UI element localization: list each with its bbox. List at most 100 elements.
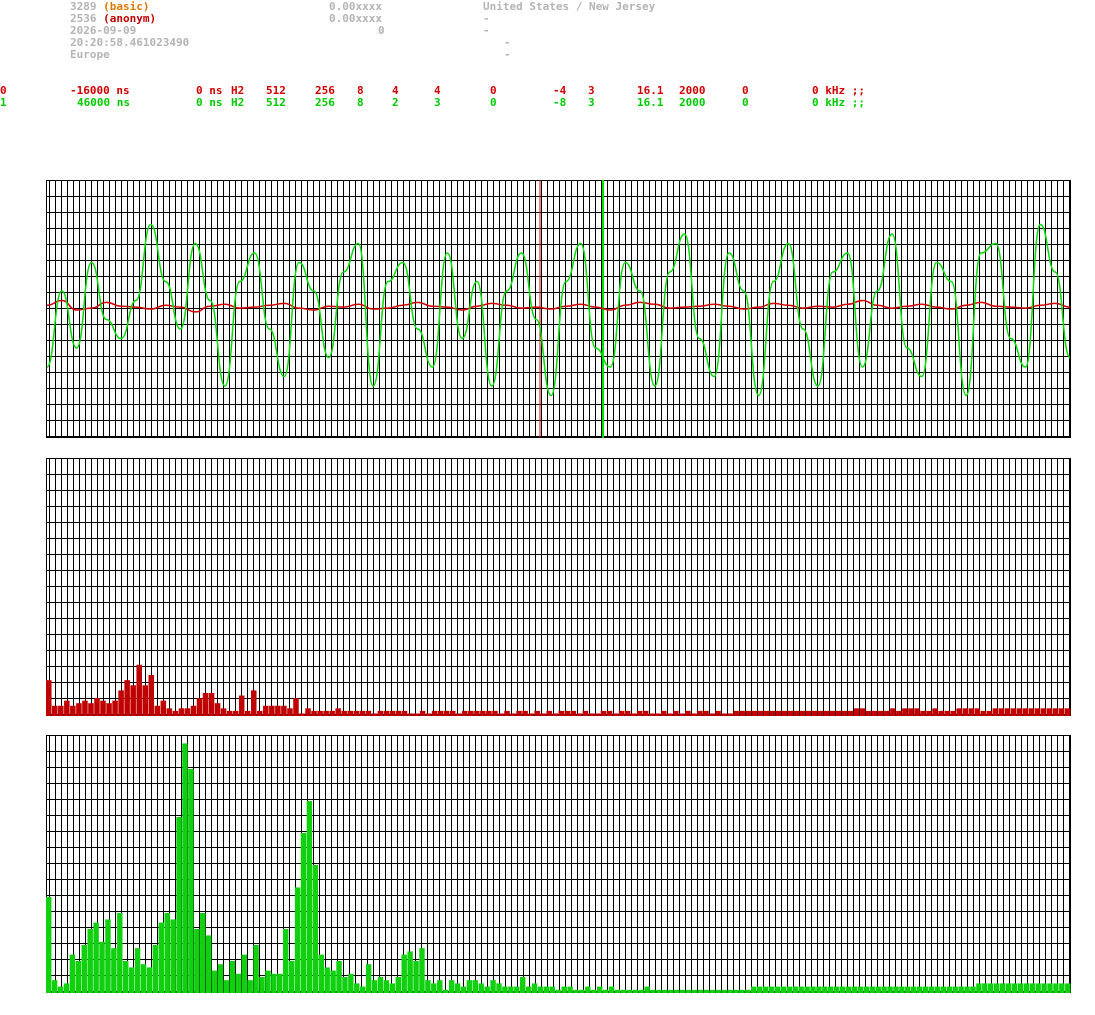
spectrum-bar [312, 865, 319, 993]
spectrum-bar [93, 922, 99, 993]
header-right-5: - [504, 48, 511, 61]
spectrum-bar [1022, 708, 1029, 716]
spectrum-bar [111, 948, 117, 993]
spectrum-bar [847, 710, 854, 716]
spectrum-bar [160, 700, 167, 716]
spectrum-bar [377, 710, 384, 716]
spectrum-bar [81, 945, 87, 993]
spectrum-bar [134, 948, 141, 993]
spectrum-bar [624, 710, 631, 716]
spectrum-bar [300, 833, 307, 993]
spectrum-bar [335, 708, 341, 716]
spectrum-bar [277, 973, 283, 993]
spectrum-bar [336, 961, 342, 993]
spectrum-bar [859, 708, 866, 716]
spectrum-bar [317, 710, 323, 716]
spectrum-bar [510, 713, 516, 716]
spectrum-bar [202, 692, 209, 716]
spectrum-bar [519, 977, 526, 993]
spectrum-bar [275, 705, 281, 716]
spectrum-bar [543, 986, 550, 993]
spectrum-bar [106, 703, 112, 716]
grid [46, 180, 1071, 438]
channel-field: 0 ns [196, 96, 223, 109]
spectrum-bar [401, 710, 408, 716]
spectrum-bar [311, 710, 317, 716]
spectrum-bar [594, 713, 601, 716]
spectrum-bar [745, 710, 751, 716]
spectrum-bar [269, 705, 275, 716]
spectrum-bar [582, 710, 589, 716]
spectrum-bar [516, 710, 522, 716]
spectrum-bar [908, 708, 914, 716]
spectrum-bar [99, 941, 105, 993]
spectrum-bar [528, 713, 534, 716]
spectrum-bar [64, 700, 70, 716]
spectrum-bar [128, 967, 135, 993]
spectrum-bar [630, 713, 637, 716]
spectrum-bar [118, 690, 124, 716]
spectrum-bar [816, 986, 822, 993]
spectrum-bar [448, 980, 455, 993]
spectrum-bar [993, 983, 1000, 993]
spectrum-bar [188, 769, 194, 993]
spectrum-bar [911, 986, 917, 993]
spectrum-bar [1034, 708, 1041, 716]
spectrum-bar [851, 986, 858, 993]
spectrum-bar [905, 986, 911, 993]
spectrum-bar [170, 919, 176, 993]
spectrum-bar [63, 983, 70, 993]
spectrum-panel-ch0[interactable] [46, 458, 1071, 716]
spectrum-bar [878, 710, 884, 716]
spectrum-bar [992, 708, 999, 716]
spectrum-bar [600, 710, 607, 716]
spectrum-bar [558, 710, 565, 716]
spectrum-bar [360, 986, 366, 993]
spectrum-bar [184, 708, 191, 716]
spectrum-bar [786, 986, 793, 993]
spectrum-bar [94, 698, 100, 716]
spectrum-bar [294, 887, 301, 993]
spectrum-bar [1047, 983, 1053, 993]
spectrum-bar [442, 989, 449, 993]
spectrum-bar [733, 989, 739, 993]
spectrum-bar [875, 986, 881, 993]
spectrum-bar [952, 986, 958, 993]
spectrum-bar [902, 708, 908, 716]
spectrum-bar [576, 713, 583, 716]
spectrum-bar [751, 986, 757, 993]
spectrum-bar [703, 710, 709, 716]
spectrum-bar [697, 710, 703, 716]
spectrum-bar [899, 986, 905, 993]
spectrum-bar [371, 980, 378, 993]
spectrum-bar [662, 989, 668, 993]
spectrum-bar [916, 986, 923, 993]
spectrum-bar [841, 710, 848, 716]
spectrum-bar [922, 986, 929, 993]
spectrum-bar [496, 983, 502, 993]
spectrum-bar [449, 710, 456, 716]
spectrum-bar [226, 710, 233, 716]
spectrum-bar [431, 983, 437, 993]
spectrum-bar [531, 983, 538, 993]
spectrum-bar [804, 986, 810, 993]
spectrum-bar [456, 713, 462, 716]
channel-id: 1 [0, 96, 7, 109]
spectrum-chart-ch0 [46, 458, 1071, 716]
spectrum-panel-ch1[interactable] [46, 735, 1071, 993]
waveform-panel[interactable] [46, 180, 1071, 438]
spectrum-bar [667, 713, 673, 716]
spectrum-bar [685, 989, 692, 993]
spectrum-bar [549, 986, 556, 993]
spectrum-bar [437, 710, 444, 716]
spectrum-bar [299, 713, 305, 716]
spectrum-bar [158, 922, 164, 993]
spectrum-bar [974, 708, 981, 716]
spectrum-bar [353, 710, 360, 716]
spectrum-bar [799, 710, 806, 716]
spectrum-bar [253, 945, 259, 993]
spectrum-bar [775, 710, 782, 716]
spectrum-bar [130, 685, 136, 716]
spectrum-bar [190, 705, 197, 716]
spectrum-bar [462, 710, 468, 716]
